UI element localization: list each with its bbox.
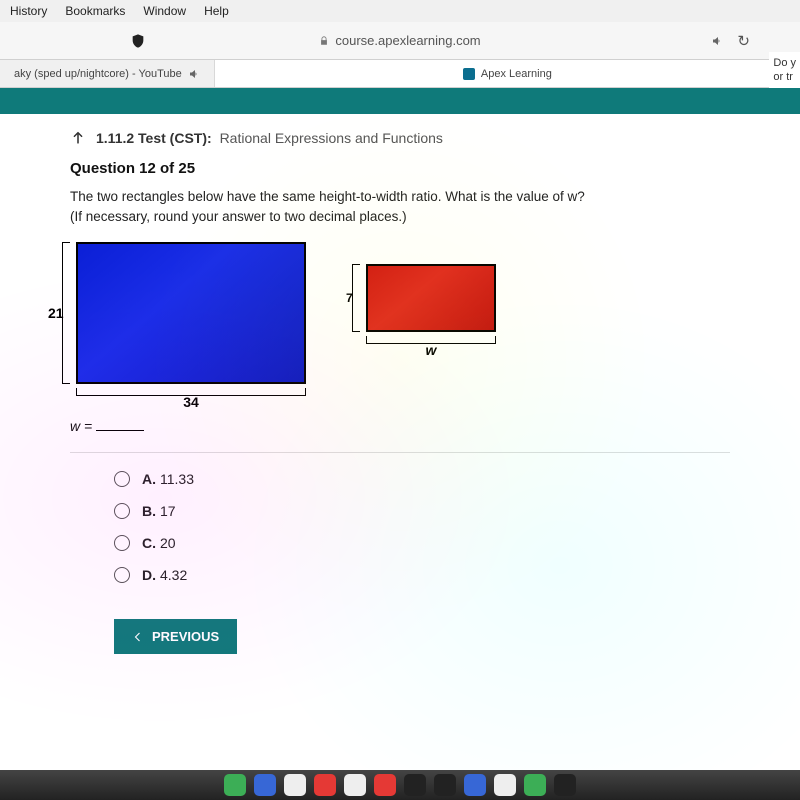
dock-item[interactable] [404, 774, 426, 796]
radio-icon[interactable] [114, 471, 130, 487]
red-rectangle [366, 264, 496, 332]
app-header-bar [0, 88, 800, 114]
refresh-icon[interactable]: ↻ [737, 32, 750, 50]
breadcrumb-title: Rational Expressions and Functions [220, 130, 443, 146]
truncated-sidebar-text: Do y or tr [769, 52, 800, 89]
mac-menubar: History Bookmarks Window Help [0, 0, 800, 22]
apex-favicon-icon [463, 68, 475, 80]
dock-item[interactable] [344, 774, 366, 796]
back-arrow-icon[interactable] [70, 130, 86, 146]
blue-rectangle-group: 21 34 [76, 242, 306, 384]
speaker-icon[interactable] [188, 68, 200, 80]
blue-rectangle [76, 242, 306, 384]
mac-dock [0, 770, 800, 800]
blue-height-label: 21 [48, 242, 64, 384]
option-a[interactable]: A.11.33 [114, 471, 730, 487]
tab-bar: aky (sped up/nightcore) - YouTube Apex L… [0, 60, 800, 88]
dock-item[interactable] [464, 774, 486, 796]
browser-toolbar: course.apexlearning.com ↻ Do y or tr [0, 22, 800, 60]
menubar-item-bookmarks[interactable]: Bookmarks [65, 4, 125, 18]
menubar-item-help[interactable]: Help [204, 4, 229, 18]
dock-item[interactable] [314, 774, 336, 796]
page-content: 1.11.2 Test (CST): Rational Expressions … [0, 88, 800, 770]
shield-icon[interactable] [130, 33, 146, 49]
menubar-item-window[interactable]: Window [143, 4, 186, 18]
address-bar[interactable]: course.apexlearning.com [319, 33, 480, 48]
tab-label: aky (sped up/nightcore) - YouTube [14, 68, 182, 80]
question-body: The two rectangles below have the same h… [70, 187, 590, 226]
answer-options: A.11.33 B.17 C.20 D.4.32 [114, 471, 730, 583]
red-height-label: 7 [346, 264, 353, 332]
divider [70, 452, 730, 453]
arrow-left-icon [132, 631, 144, 643]
radio-icon[interactable] [114, 535, 130, 551]
menubar-item-history[interactable]: History [10, 4, 47, 18]
dock-item[interactable] [494, 774, 516, 796]
tab-apex-learning[interactable]: Apex Learning [215, 60, 800, 87]
red-width-label: w [366, 342, 496, 358]
dock-item[interactable] [434, 774, 456, 796]
dock-item[interactable] [554, 774, 576, 796]
breadcrumb-code: 1.11.2 Test (CST): [96, 130, 212, 146]
option-d[interactable]: D.4.32 [114, 567, 730, 583]
dock-item[interactable] [374, 774, 396, 796]
dock-item[interactable] [254, 774, 276, 796]
blue-width-label: 34 [76, 394, 306, 410]
rectangles-diagram: 21 34 7 w [76, 242, 730, 384]
tab-youtube[interactable]: aky (sped up/nightcore) - YouTube [0, 60, 215, 87]
radio-icon[interactable] [114, 567, 130, 583]
speaker-icon[interactable] [711, 35, 723, 47]
previous-button[interactable]: PREVIOUS [114, 619, 237, 654]
dock-item[interactable] [524, 774, 546, 796]
url-text: course.apexlearning.com [335, 33, 480, 48]
answer-blank [96, 430, 144, 431]
tab-label: Apex Learning [481, 68, 552, 80]
dock-item[interactable] [224, 774, 246, 796]
option-c[interactable]: C.20 [114, 535, 730, 551]
dock-item[interactable] [284, 774, 306, 796]
red-rectangle-group: 7 w [366, 264, 496, 332]
question-heading: Question 12 of 25 [70, 160, 730, 177]
lock-icon [319, 35, 329, 47]
breadcrumb: 1.11.2 Test (CST): Rational Expressions … [70, 130, 730, 146]
option-b[interactable]: B.17 [114, 503, 730, 519]
radio-icon[interactable] [114, 503, 130, 519]
answer-variable-line: w = [70, 418, 730, 434]
